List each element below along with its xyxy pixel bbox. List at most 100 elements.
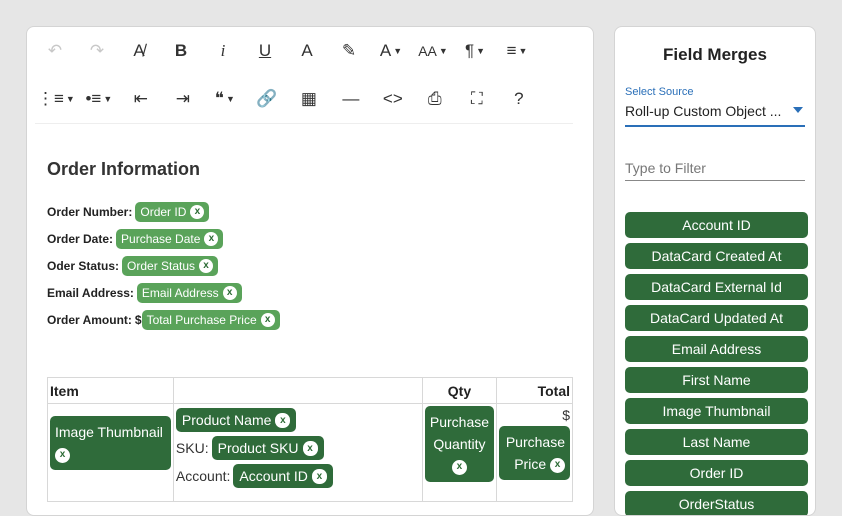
highlighter-button[interactable]: ✎	[331, 36, 367, 66]
panel-title: Field Merges	[663, 45, 767, 64]
remove-chip-icon[interactable]: x	[199, 258, 214, 273]
merge-field-order-id[interactable]: Order ID	[625, 460, 808, 486]
outdent-icon: ⇤	[133, 89, 148, 108]
remove-chip-icon[interactable]: x	[260, 312, 275, 327]
merge-field-datacard-external-id[interactable]: DataCard External Id	[625, 274, 808, 300]
bold-button[interactable]: B	[163, 36, 199, 66]
merge-chip-purchase-price[interactable]: Purchase Price x	[499, 426, 570, 480]
italic-icon: i	[220, 41, 226, 60]
editor-content[interactable]: Order Information Order Number: Order ID x…	[47, 147, 573, 333]
currency-symbol: $	[562, 407, 570, 423]
indent-button[interactable]: ⇥	[165, 84, 201, 114]
chip-label: Total Purchase Price	[146, 312, 257, 327]
remove-chip-icon[interactable]: x	[275, 412, 291, 428]
clear-formatting-button[interactable]: A̸	[121, 36, 157, 66]
help-icon: ?	[514, 89, 524, 108]
merge-field-account-id[interactable]: Account ID	[625, 212, 808, 238]
align-icon: ≡	[506, 41, 517, 60]
remove-chip-icon[interactable]: x	[550, 457, 565, 473]
header-qty: Qty	[421, 377, 498, 404]
code-view-icon: <>	[382, 89, 403, 108]
fullscreen-icon: ⛶	[470, 89, 483, 108]
cell-total: $ Purchase Price x	[496, 403, 573, 502]
table-button[interactable]: ▦	[291, 84, 327, 114]
filter-input[interactable]	[625, 155, 805, 181]
quote-icon: ❝	[214, 89, 224, 108]
link-button[interactable]: 🔗	[249, 84, 285, 114]
dropdown-arrow-icon[interactable]	[793, 107, 803, 113]
caret-down-icon: ▼	[476, 46, 486, 56]
table-row: Image Thumbnail x Product Name x SKU: Pr…	[47, 403, 573, 502]
remove-chip-icon[interactable]: x	[222, 285, 237, 300]
pdf-icon: ⎙	[428, 89, 442, 108]
merge-chip-image-thumbnail[interactable]: Image Thumbnail x	[50, 416, 171, 470]
font-family-button[interactable]: A ▼	[373, 36, 409, 66]
bold-icon: B	[174, 41, 188, 60]
chip-label: Product Name	[181, 412, 272, 428]
paragraph-format-button[interactable]: ¶ ▼	[457, 36, 493, 66]
merge-field-last-name[interactable]: Last Name	[625, 429, 808, 455]
merge-field-first-name[interactable]: First Name	[625, 367, 808, 393]
outdent-button[interactable]: ⇤	[123, 84, 159, 114]
italic-button[interactable]: i	[205, 36, 241, 66]
code-view-button[interactable]: <>	[375, 84, 411, 114]
fullscreen-button[interactable]: ⛶	[459, 84, 495, 114]
merge-field-email-address[interactable]: Email Address	[625, 336, 808, 362]
remove-chip-icon[interactable]: x	[204, 231, 219, 246]
paragraph-format-icon: ¶	[464, 41, 475, 60]
clear-formatting-icon: A̸	[133, 41, 145, 60]
currency-symbol: $	[134, 312, 142, 327]
ordered-list-button[interactable]: ⋮≡ ▼	[37, 84, 75, 114]
chip-label: Image Thumbnail	[55, 424, 163, 440]
caret-down-icon: ▼	[393, 46, 403, 56]
field-label: Order Date:	[47, 231, 114, 246]
table-icon: ▦	[300, 89, 317, 108]
merge-field-list: Account ID DataCard Created At DataCard Ex…	[625, 212, 808, 515]
merge-chip-purchase-date[interactable]: Purchase Date x	[116, 228, 224, 249]
font-size-button[interactable]: AA ▼	[415, 36, 451, 66]
redo-button[interactable]: ↷	[79, 36, 115, 66]
merge-field-datacard-updated-at[interactable]: DataCard Updated At	[625, 305, 808, 331]
merge-chip-product-sku[interactable]: Product SKU x	[211, 436, 324, 460]
align-button[interactable]: ≡ ▼	[499, 36, 535, 66]
indent-icon: ⇥	[175, 89, 190, 108]
undo-button[interactable]: ↶	[37, 36, 73, 66]
chip-label: Order ID	[140, 204, 187, 219]
field-line-order-status: Oder Status: Order Status x	[47, 252, 573, 279]
field-line-email-address: Email Address: Email Address x	[47, 279, 573, 306]
source-select-value: Roll-up Custom Object ...	[625, 103, 782, 119]
help-button[interactable]: ?	[501, 84, 537, 114]
merge-chip-email-address[interactable]: Email Address x	[136, 282, 242, 303]
merge-field-orderstatus[interactable]: OrderStatus	[625, 491, 808, 515]
quote-button[interactable]: ❝ ▼	[207, 84, 243, 114]
text-color-button[interactable]: A	[289, 36, 325, 66]
merge-chip-order-status[interactable]: Order Status x	[122, 255, 219, 276]
merge-field-datacard-created-at[interactable]: DataCard Created At	[625, 243, 808, 269]
merge-field-image-thumbnail[interactable]: Image Thumbnail	[625, 398, 808, 424]
header-item: Item	[47, 377, 174, 404]
horizontal-line-button[interactable]: —	[333, 84, 369, 114]
cell-product: Product Name x SKU: Product SKU x Accoun…	[172, 403, 423, 502]
underline-button[interactable]: U	[247, 36, 283, 66]
remove-chip-icon[interactable]: x	[451, 459, 467, 475]
link-icon: 🔗	[256, 89, 278, 108]
remove-chip-icon[interactable]: x	[311, 468, 327, 484]
remove-chip-icon[interactable]: x	[190, 204, 205, 219]
pdf-button[interactable]: ⎙	[417, 84, 453, 114]
merge-chip-total-purchase-price[interactable]: Total Purchase Price x	[141, 309, 280, 330]
font-family-icon: A	[379, 41, 392, 60]
source-select[interactable]: Roll-up Custom Object ...	[625, 103, 805, 127]
merge-chip-order-id[interactable]: Order ID x	[135, 201, 210, 222]
caret-down-icon: ▼	[65, 94, 75, 104]
remove-chip-icon[interactable]: x	[55, 447, 70, 463]
select-source-label: Select Source	[625, 86, 694, 98]
unordered-list-button[interactable]: •≡ ▼	[81, 84, 117, 114]
merge-chip-purchase-quantity[interactable]: Purchase Quantity x	[424, 406, 495, 482]
merge-chip-account-id[interactable]: Account ID x	[233, 464, 333, 488]
merge-chip-product-name[interactable]: Product Name x	[175, 408, 297, 432]
toolbar-row-1: ↶ ↷ A̸ Bi U A ✎ A ▼ AA ▼ ¶ ▼ ≡ ▼	[37, 31, 541, 71]
chip-label: Product SKU	[217, 440, 299, 456]
horizontal-line-icon: —	[342, 89, 360, 108]
remove-chip-icon[interactable]: x	[302, 440, 318, 456]
chip-label: Account ID	[239, 468, 308, 484]
